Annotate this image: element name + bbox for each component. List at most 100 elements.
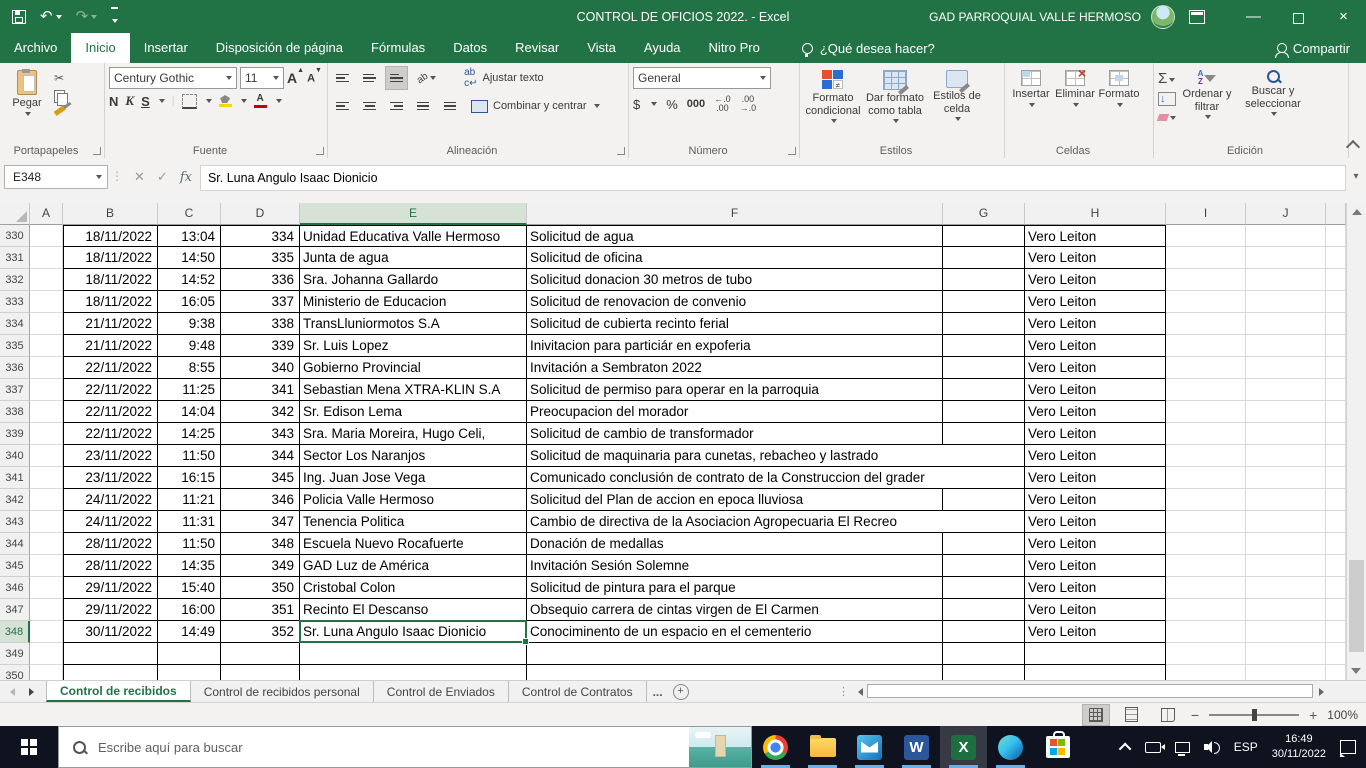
sheet-tab-control-de-recibidos-personal[interactable]: Control de recibidos personal: [191, 681, 374, 702]
cell[interactable]: [1326, 313, 1346, 335]
cell[interactable]: [1246, 643, 1326, 665]
cell[interactable]: 349: [221, 555, 300, 577]
cell[interactable]: Vero Leiton: [1025, 423, 1166, 445]
cell[interactable]: [1326, 445, 1346, 467]
cell[interactable]: 339: [221, 335, 300, 357]
format-painter-icon[interactable]: [54, 105, 67, 116]
cell[interactable]: [1166, 577, 1246, 599]
decrease-decimal-icon[interactable]: .00→.0: [740, 95, 757, 113]
autosum-icon[interactable]: Σ: [1158, 71, 1176, 86]
cell[interactable]: Policia Valle Hermoso: [300, 489, 527, 511]
column-header-g[interactable]: G: [943, 203, 1025, 225]
row-header[interactable]: 332: [0, 269, 30, 291]
cell[interactable]: Donación de medallas: [527, 533, 943, 555]
cell[interactable]: [1166, 379, 1246, 401]
cell[interactable]: [943, 533, 1025, 555]
orientation-icon[interactable]: ab: [413, 67, 440, 89]
cell[interactable]: Inivitacion para particiár en expoferia: [527, 335, 943, 357]
cell[interactable]: [1326, 577, 1346, 599]
cell[interactable]: Tenencia Politica: [300, 511, 527, 533]
zoom-level[interactable]: 100%: [1327, 708, 1358, 722]
name-box[interactable]: E348: [4, 165, 108, 189]
merge-center-button[interactable]: Combinar y centrar: [467, 95, 604, 117]
cell[interactable]: 22/11/2022: [63, 423, 158, 445]
tab-formulas[interactable]: Fórmulas: [357, 33, 439, 63]
column-header-b[interactable]: B: [63, 203, 158, 225]
cell[interactable]: 14:25: [158, 423, 221, 445]
cell[interactable]: Solicitud del Plan de accion en epoca ll…: [527, 489, 943, 511]
row-header[interactable]: 338: [0, 401, 30, 423]
cell[interactable]: [30, 643, 63, 665]
cell[interactable]: [1246, 599, 1326, 621]
zoom-in-button[interactable]: +: [1309, 707, 1317, 723]
cell[interactable]: [1326, 225, 1346, 247]
increase-decimal-icon[interactable]: ←.0.00: [714, 95, 731, 113]
row-header[interactable]: 344: [0, 533, 30, 555]
cell[interactable]: 337: [221, 291, 300, 313]
zoom-slider-thumb[interactable]: [1252, 709, 1257, 721]
cell[interactable]: Conociminento de un espacio en el cement…: [527, 621, 943, 643]
row-header[interactable]: 340: [0, 445, 30, 467]
cell[interactable]: 13:04: [158, 225, 221, 247]
font-name-select[interactable]: Century Gothic: [109, 67, 237, 89]
taskbar-edge[interactable]: [987, 726, 1034, 768]
cell[interactable]: [1326, 291, 1346, 313]
redo-icon[interactable]: ↷: [76, 9, 98, 24]
cell[interactable]: [1326, 423, 1346, 445]
column-header-f[interactable]: F: [527, 203, 943, 225]
italic-button[interactable]: K: [125, 93, 134, 109]
cell[interactable]: 340: [221, 357, 300, 379]
cell[interactable]: [1246, 511, 1326, 533]
page-break-view-button[interactable]: [1155, 705, 1181, 725]
cell[interactable]: [30, 225, 63, 247]
cell[interactable]: 18/11/2022: [63, 225, 158, 247]
sheet-nav-right-icon[interactable]: [29, 688, 34, 696]
cell[interactable]: [943, 555, 1025, 577]
tell-me-search[interactable]: ¿Qué desea hacer?: [802, 33, 935, 63]
normal-view-button[interactable]: [1083, 705, 1109, 725]
cell[interactable]: Gobierno Provincial: [300, 357, 527, 379]
sheet-nav-left-icon[interactable]: [10, 688, 15, 696]
tab-vista[interactable]: Vista: [573, 33, 630, 63]
cell[interactable]: 336: [221, 269, 300, 291]
align-bottom-icon[interactable]: [386, 67, 407, 89]
cell[interactable]: [1246, 401, 1326, 423]
clear-icon[interactable]: [1158, 112, 1176, 124]
cell[interactable]: [1166, 555, 1246, 577]
tab-archivo[interactable]: Archivo: [0, 33, 71, 63]
share-button[interactable]: Compartir: [1277, 33, 1366, 63]
cell[interactable]: [30, 467, 63, 489]
cell[interactable]: 345: [221, 467, 300, 489]
cell[interactable]: 11:50: [158, 533, 221, 555]
conditional-formatting-button[interactable]: ≠ Formato condicional: [804, 67, 862, 142]
cell[interactable]: 16:00: [158, 599, 221, 621]
cell[interactable]: 29/11/2022: [63, 599, 158, 621]
cell[interactable]: [1326, 335, 1346, 357]
cell[interactable]: 18/11/2022: [63, 269, 158, 291]
row-header[interactable]: 350: [0, 665, 30, 680]
tab-inicio[interactable]: Inicio: [71, 33, 129, 63]
align-middle-icon[interactable]: [359, 67, 380, 89]
ribbon-display-options-icon[interactable]: [1189, 10, 1205, 24]
vertical-scroll-thumb[interactable]: [1349, 560, 1364, 652]
clipboard-dialog-launcher[interactable]: [93, 147, 101, 155]
row-header[interactable]: 334: [0, 313, 30, 335]
cell-styles-button[interactable]: Estilos de celda: [928, 67, 986, 142]
cell[interactable]: Ministerio de Educacion: [300, 291, 527, 313]
align-right-icon[interactable]: [386, 95, 407, 117]
cell[interactable]: Solicitud de maquinaria para cunetas, re…: [527, 445, 1025, 467]
cell[interactable]: Solicitud de renovacion de convenio: [527, 291, 943, 313]
cell[interactable]: 30/11/2022: [63, 621, 158, 643]
tab-revisar[interactable]: Revisar: [501, 33, 573, 63]
cell[interactable]: [1246, 445, 1326, 467]
start-button[interactable]: [0, 726, 58, 768]
cell[interactable]: Sra. Johanna Gallardo: [300, 269, 527, 291]
cell[interactable]: 347: [221, 511, 300, 533]
format-as-table-button[interactable]: Dar formato como tabla: [862, 67, 928, 142]
scroll-up-icon[interactable]: [1352, 209, 1362, 215]
cell[interactable]: [1166, 621, 1246, 643]
cell[interactable]: Vero Leiton: [1025, 379, 1166, 401]
alignment-dialog-launcher[interactable]: [617, 147, 625, 155]
cell[interactable]: [30, 313, 63, 335]
cell[interactable]: [1166, 225, 1246, 247]
